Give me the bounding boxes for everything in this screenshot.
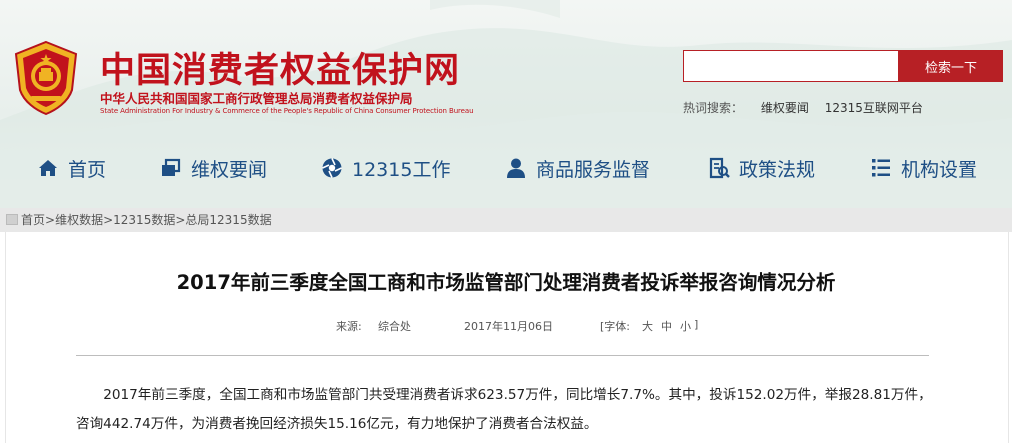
font-size-large[interactable]: 大 (642, 318, 653, 334)
nav-item-12315[interactable]: 12315工作 (321, 153, 450, 183)
nav-item-label: 商品服务监督 (536, 158, 651, 181)
breadcrumb-link[interactable]: 总局12315数据 (185, 213, 271, 227)
home-icon (39, 160, 57, 176)
article-paragraph: 2017年前三季度，全国工商和市场监管部门共受理消费者诉求623.57万件，同比… (76, 381, 938, 439)
breadcrumb-home-icon (6, 214, 18, 225)
breadcrumb-link[interactable]: 12315数据 (113, 213, 175, 227)
nav-item-label: 机构设置 (901, 158, 978, 181)
news-icon (162, 158, 181, 176)
site-subtitle-en: State Administration For Industry & Comm… (100, 107, 474, 115)
hot-word-link[interactable]: 12315互联网平台 (825, 101, 923, 115)
breadcrumb-separator: > (103, 213, 114, 227)
nav-item-policy[interactable]: 政策法规 (708, 153, 815, 183)
source-value: 综合处 (378, 320, 411, 333)
breadcrumb: 首页>维权数据>12315数据>总局12315数据 (0, 208, 1012, 232)
search-button[interactable]: 检索一下 (899, 50, 1003, 82)
breadcrumb-link[interactable]: 维权数据 (55, 213, 103, 227)
font-size-medium[interactable]: 中 (661, 318, 672, 334)
structure-icon (872, 159, 890, 177)
publish-date: 2017年11月06日 (464, 320, 553, 333)
nav-item-supervision[interactable]: 商品服务监督 (505, 153, 650, 183)
article-line: 2017年前三季度，全国工商和市场监管部门共受理消费者诉求623.57万件，同比… (103, 387, 825, 403)
font-size-small[interactable]: 小 (680, 318, 691, 334)
nav-item-label: 政策法规 (739, 158, 816, 181)
consumer-protection-emblem-icon (14, 40, 78, 116)
breadcrumb-separator: > (45, 213, 56, 227)
font-size-close: ] (694, 318, 699, 331)
source-label: 来源: (336, 320, 362, 333)
hot-words: 热词搜索： 维权要闻 12315互联网平台 (683, 99, 935, 116)
breadcrumb-separator: > (175, 213, 186, 227)
site-title: 中国消费者权益保护网 (100, 51, 461, 91)
font-size-label: [字体: (600, 320, 630, 333)
nav-item-label: 维权要闻 (191, 158, 268, 181)
aperture-icon (322, 158, 342, 178)
nav-item-label: 首页 (68, 158, 107, 181)
article-title: 2017年前三季度全国工商和市场监管部门处理消费者投诉举报咨询情况分析 (176, 271, 836, 294)
nav-item-home[interactable]: 首页 (37, 153, 106, 183)
main-nav: 首页 维权要闻 12315工作 商品服务监督 政策法规 机构设置 (0, 145, 1012, 189)
breadcrumb-link[interactable]: 首页 (21, 213, 45, 227)
nav-item-news[interactable]: 维权要闻 (160, 153, 267, 183)
nav-item-organization[interactable]: 机构设置 (870, 153, 977, 183)
divider (76, 355, 929, 356)
site-header: 中国消费者权益保护网 中华人民共和国国家工商行政管理总局消费者权益保护局 Sta… (0, 0, 1012, 208)
hot-word-link[interactable]: 维权要闻 (761, 101, 809, 115)
document-icon (709, 157, 730, 179)
hot-words-label: 热词搜索： (683, 101, 744, 115)
nav-item-label: 12315工作 (352, 158, 451, 181)
search-input[interactable] (683, 50, 899, 82)
site-subtitle-cn: 中华人民共和国国家工商行政管理总局消费者权益保护局 (100, 91, 413, 106)
person-icon (507, 158, 525, 178)
